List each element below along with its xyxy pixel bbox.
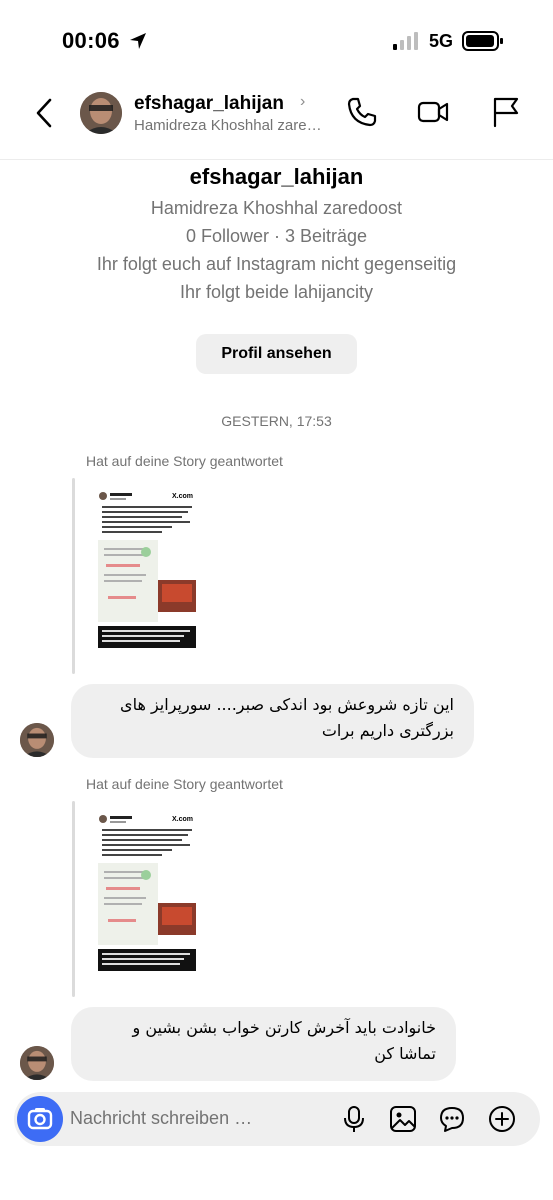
chevron-right-icon[interactable]: › <box>300 93 305 111</box>
view-profile-button[interactable]: Profil ansehen <box>196 334 357 374</box>
sender-avatar[interactable] <box>20 723 54 757</box>
location-arrow-icon <box>128 31 148 51</box>
story-reply-label: Hat auf deine Story geantwortet <box>86 453 283 469</box>
header-username[interactable]: efshagar_lahijan <box>134 93 284 115</box>
profile-common-follow: Ihr folgt beide lahijancity <box>179 282 374 302</box>
message-text-line: تماشا کن <box>374 1044 436 1063</box>
profile-full-name: Hamidreza Khoshhal zaredoost <box>150 198 403 218</box>
network-type: 5G <box>429 31 454 51</box>
message-bubble[interactable]: خانوادت باید آخرش کارتن خواب بشن بشین و … <box>71 1007 456 1081</box>
message-text-line: این تازه شروعش بود اندکی صبر.... سورپرای… <box>120 695 454 714</box>
svg-text:X.com: X.com <box>172 493 193 500</box>
gallery-icon[interactable] <box>388 1104 418 1134</box>
story-quote-bar <box>72 801 75 997</box>
status-time: 00:06 <box>62 28 120 53</box>
story-thumbnail[interactable]: X.com <box>92 484 202 654</box>
sticker-icon[interactable] <box>437 1104 467 1134</box>
chat-header: efshagar_lahijan › Hamidreza Khoshhal za… <box>0 82 553 160</box>
story-quote-bar <box>72 478 75 674</box>
date-separator: GESTERN, 17:53 <box>221 413 332 429</box>
flag-icon[interactable] <box>488 95 522 129</box>
status-bar: 00:06 5G <box>0 0 553 82</box>
message-text-line: بزرگتری داریم برات <box>321 721 454 740</box>
camera-icon[interactable] <box>17 1096 63 1142</box>
battery-icon <box>462 30 504 52</box>
signal-icon <box>393 32 419 50</box>
profile-stats: 0 Follower · 3 Beiträge <box>185 226 368 246</box>
profile-mutual-note: Ihr folgt euch auf Instagram nicht gegen… <box>96 254 457 274</box>
message-bubble[interactable]: این تازه شروعش بود اندکی صبر.... سورپرای… <box>71 684 474 758</box>
message-input[interactable]: Nachricht schreiben … <box>70 1108 252 1129</box>
back-icon[interactable] <box>30 96 60 130</box>
story-thumbnail[interactable]: X.com <box>92 807 202 977</box>
avatar[interactable] <box>80 92 122 134</box>
message-composer: Nachricht schreiben … <box>14 1092 540 1146</box>
microphone-icon[interactable] <box>339 1104 369 1134</box>
message-text-line: خانوادت باید آخرش کارتن خواب بشن بشین و <box>132 1018 436 1037</box>
svg-text:X.com: X.com <box>172 816 193 823</box>
phone-icon[interactable] <box>345 95 379 129</box>
plus-icon[interactable] <box>487 1104 517 1134</box>
video-icon[interactable] <box>416 95 450 129</box>
header-subtitle[interactable]: Hamidreza Khoshhal zaredoost <box>134 117 324 134</box>
profile-summary: efshagar_lahijan Hamidreza Khoshhal zare… <box>0 160 553 374</box>
sender-avatar[interactable] <box>20 1046 54 1080</box>
story-reply-label: Hat auf deine Story geantwortet <box>86 776 283 792</box>
profile-username: efshagar_lahijan <box>189 164 364 189</box>
